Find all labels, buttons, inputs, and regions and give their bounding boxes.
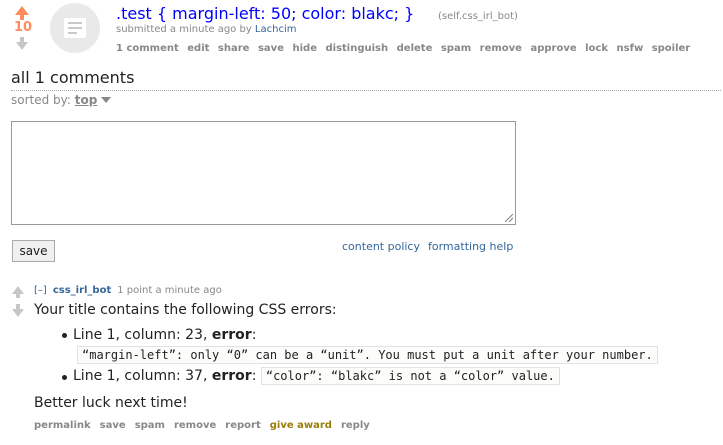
save-comment-link[interactable]: save [100,420,126,431]
self-post-thumbnail-icon[interactable] [50,3,100,53]
comments-button[interactable]: 1 comment [116,43,179,54]
error-line-2: Line 1, column: 37, error: “color”: “bla… [73,367,560,385]
comment-meta: 1 point a minute ago [117,285,222,296]
post-action-buttons: 1 comment edit share save hide distinguish del… [116,43,699,54]
sort-value-dropdown[interactable]: top [75,93,98,107]
formatting-help-link[interactable]: formatting help [428,240,513,253]
remove-comment-button[interactable]: remove [174,420,216,431]
spam-comment-button[interactable]: spam [135,420,165,431]
share-button[interactable]: share [218,43,250,54]
post-author-link[interactable]: Lachcim [255,24,297,35]
comment-author-link[interactable]: css_irl_bot [53,285,111,296]
comment-action-buttons: permalink save spam remove report give award r… [34,420,379,431]
sort-selector: sorted by: top [11,93,112,107]
remove-button[interactable]: remove [480,43,522,54]
error-message-1: “margin-left”: only “0” can be a “unit”.… [77,346,658,364]
edit-button[interactable]: edit [187,43,209,54]
post-title-link[interactable]: .test { margin-left: 50; color: blakc; } [116,4,414,23]
error-location: Line 1, column: 37, [73,368,208,384]
spoiler-button[interactable]: spoiler [652,43,691,54]
report-button[interactable]: report [225,420,260,431]
help-links: content policy formatting help [342,240,521,253]
lock-button[interactable]: lock [585,43,608,54]
error-line-1: Line 1, column: 23, error: [73,327,256,343]
delete-button[interactable]: delete [397,43,433,54]
distinguish-button[interactable]: distinguish [325,43,388,54]
comment-intro: Your title contains the following CSS er… [34,302,337,318]
save-comment-button[interactable]: save [12,240,55,262]
post-tagline: submitted a minute ago by Lachcim [116,24,296,35]
comments-heading: all 1 comments [11,68,135,87]
textarea-resize-icon[interactable] [505,214,513,222]
submitted-text: submitted a minute ago by [116,24,252,35]
reply-button[interactable]: reply [341,420,370,431]
sorted-by-label: sorted by: [11,93,71,107]
error-label: error [211,368,252,384]
comments-divider [11,90,721,91]
hide-button[interactable]: hide [292,43,317,54]
nsfw-button[interactable]: nsfw [617,43,644,54]
comment-textarea[interactable] [11,121,516,225]
list-bullet [62,375,67,380]
error-code: “margin-left”: only “0” can be a “unit”.… [77,346,658,364]
error-colon: : [251,368,257,384]
error-label: error [211,327,252,343]
comment-outro: Better luck next time! [34,395,188,411]
approve-button[interactable]: approve [530,43,576,54]
error-colon: : [251,327,257,343]
post-domain[interactable]: (self.css_irl_bot) [438,11,518,22]
content-policy-link[interactable]: content policy [342,240,420,253]
error-location: Line 1, column: 23, [73,327,208,343]
permalink-button[interactable]: permalink [34,420,91,431]
error-code: “color”: “blakc” is not a “color” value. [260,367,560,385]
comment-tagline: [–] css_irl_bot 1 point a minute ago [34,285,222,296]
sort-caret-icon[interactable] [101,97,112,103]
save-post-button[interactable]: save [258,43,284,54]
post-score: 10 [13,20,33,35]
spam-button[interactable]: spam [441,43,471,54]
give-award-button[interactable]: give award [270,420,332,431]
list-bullet [62,333,67,338]
collapse-toggle[interactable]: [–] [34,285,47,296]
